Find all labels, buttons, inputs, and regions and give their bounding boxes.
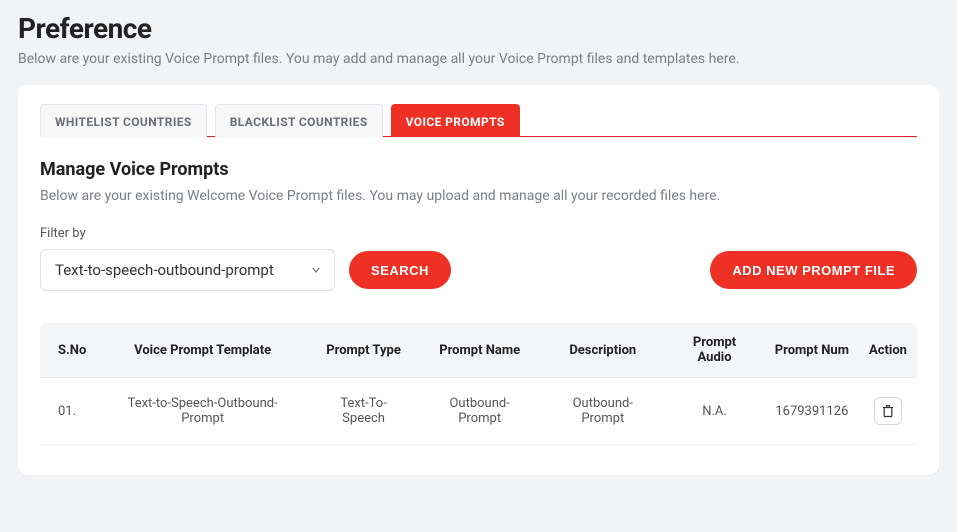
cell-desc: Outbound-Prompt xyxy=(541,378,664,445)
main-card: WHITELIST COUNTRIES BLACKLIST COUNTRIES … xyxy=(18,85,939,475)
col-num: Prompt Num xyxy=(765,323,859,378)
col-audio: Prompt Audio xyxy=(664,323,764,378)
delete-row-button[interactable] xyxy=(874,397,902,425)
cell-num: 1679391126 xyxy=(765,378,859,445)
col-action: Action xyxy=(859,323,917,378)
chevron-down-icon xyxy=(312,268,320,273)
tab-blacklist-countries[interactable]: BLACKLIST COUNTRIES xyxy=(215,104,383,137)
section-subtitle: Below are your existing Welcome Voice Pr… xyxy=(40,188,917,204)
trash-icon xyxy=(882,404,894,418)
page-subtitle: Below are your existing Voice Prompt fil… xyxy=(18,51,939,67)
prompts-table: S.No Voice Prompt Template Prompt Type P… xyxy=(40,323,917,445)
cell-template: Text-to-Speech-Outbound-Prompt xyxy=(96,378,309,445)
controls-row: Text-to-speech-outbound-prompt SEARCH AD… xyxy=(40,249,917,291)
cell-type: Text-To-Speech xyxy=(309,378,418,445)
filter-select[interactable]: Text-to-speech-outbound-prompt xyxy=(40,249,335,291)
col-desc: Description xyxy=(541,323,664,378)
col-sno: S.No xyxy=(40,323,96,378)
section-title: Manage Voice Prompts xyxy=(40,159,917,180)
search-button[interactable]: SEARCH xyxy=(349,251,451,289)
filter-label: Filter by xyxy=(40,226,917,241)
col-type: Prompt Type xyxy=(309,323,418,378)
tab-whitelist-countries[interactable]: WHITELIST COUNTRIES xyxy=(40,104,207,137)
table-row: 01. Text-to-Speech-Outbound-Prompt Text-… xyxy=(40,378,917,445)
cell-audio: N.A. xyxy=(664,378,764,445)
col-name: Prompt Name xyxy=(418,323,541,378)
cell-name: Outbound-Prompt xyxy=(418,378,541,445)
filter-selected-value: Text-to-speech-outbound-prompt xyxy=(55,261,274,279)
cell-action xyxy=(859,378,917,445)
page-title: Preference xyxy=(18,12,939,45)
cell-sno: 01. xyxy=(40,378,96,445)
tabs: WHITELIST COUNTRIES BLACKLIST COUNTRIES … xyxy=(40,103,917,137)
tab-voice-prompts[interactable]: VOICE PROMPTS xyxy=(391,104,520,137)
col-template: Voice Prompt Template xyxy=(96,323,309,378)
add-new-prompt-file-button[interactable]: ADD NEW PROMPT FILE xyxy=(710,251,917,289)
